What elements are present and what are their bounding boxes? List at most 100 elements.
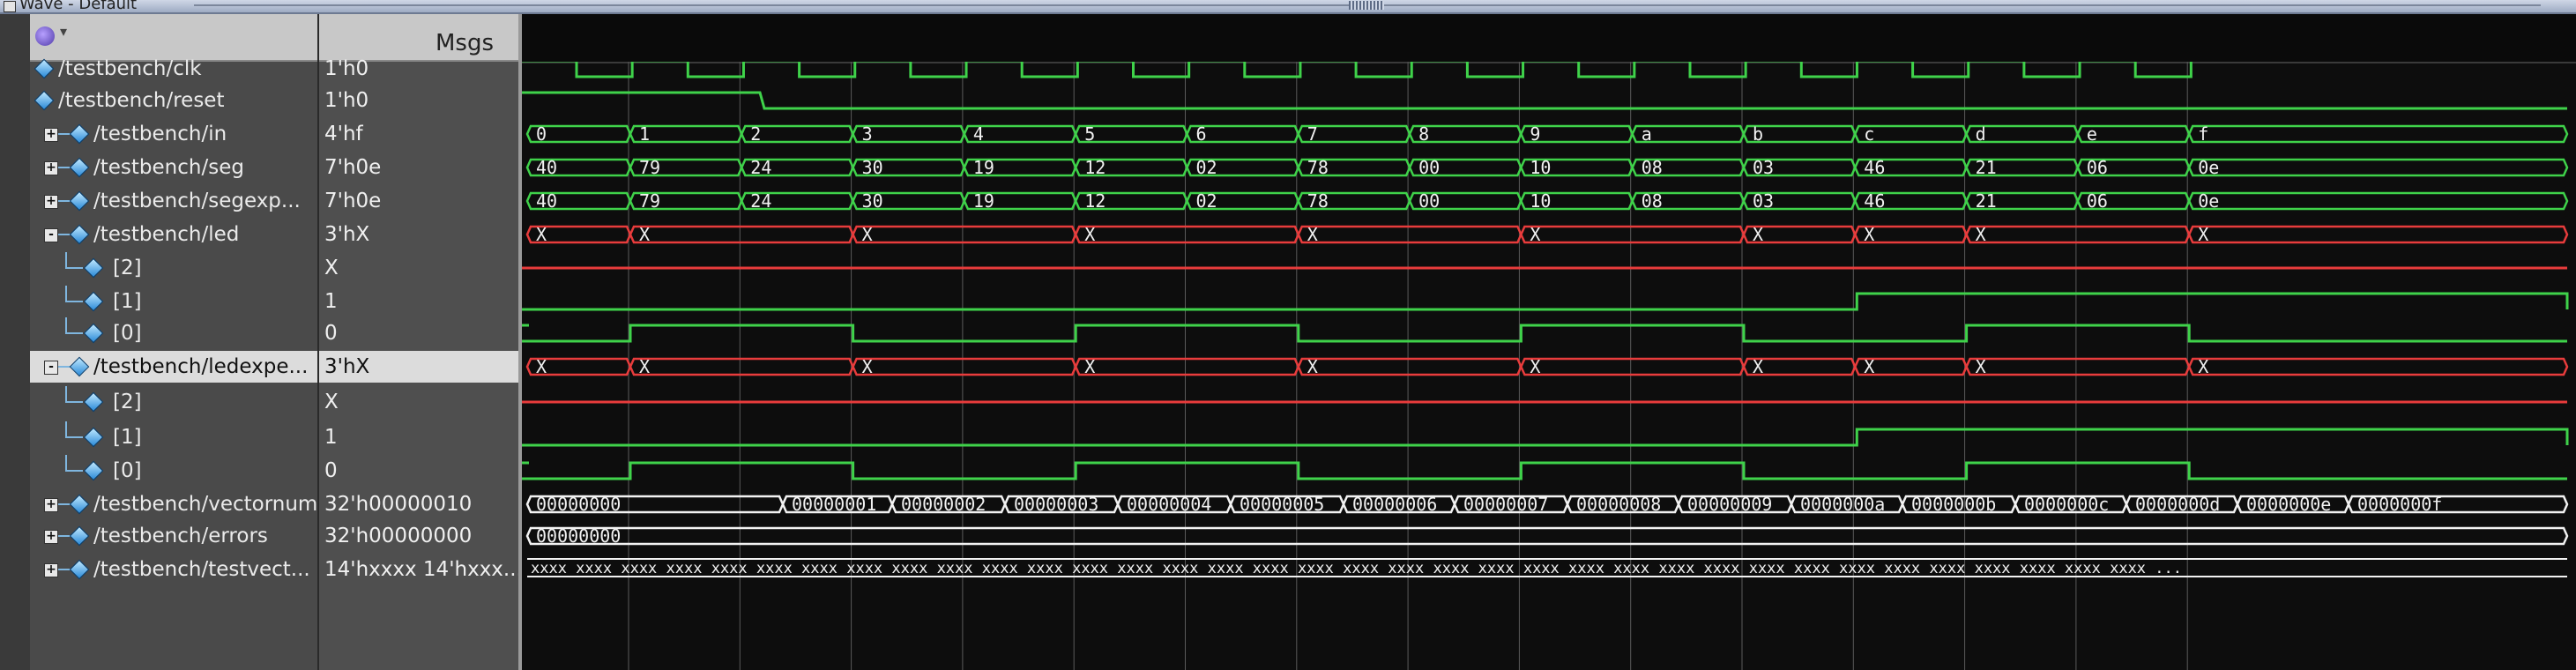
collapse-icon[interactable]: - xyxy=(44,361,58,375)
signal-name-cell[interactable]: + /testbench/in xyxy=(30,118,317,150)
chevron-down-icon[interactable]: ▾ xyxy=(60,23,67,40)
seg-segment: 24 xyxy=(740,157,854,178)
tree-line xyxy=(65,455,67,471)
segexpected-segment: 79 xyxy=(629,190,743,212)
vectornum-bus-value: 0000000b xyxy=(1911,494,1996,515)
segexpected-segment: 10 xyxy=(1520,190,1634,212)
signal-row[interactable]: /testbench/reset 1'h0 xyxy=(30,85,518,116)
expand-icon[interactable]: + xyxy=(44,530,58,544)
seg-segment: 00 xyxy=(1408,157,1523,178)
led-segment: X xyxy=(1520,224,1746,245)
led-segment: X xyxy=(525,224,632,245)
titlebar-grip-handle[interactable] xyxy=(1349,1,1384,10)
vectornum-segment: 00000009 xyxy=(1677,494,1793,515)
vectornum-segment: 00000005 xyxy=(1229,494,1345,515)
signal-row[interactable]: [1] 1 xyxy=(30,421,518,453)
window-titlebar[interactable]: Wave - Default xyxy=(0,0,2576,14)
signal-row[interactable]: + /testbench/segexp... 7'h0e xyxy=(30,185,518,217)
signal-row[interactable]: + /testbench/seg 7'h0e xyxy=(30,152,518,183)
signal-name-cell[interactable]: [2] xyxy=(30,252,317,284)
led-bus-value: X xyxy=(639,224,650,245)
expand-icon[interactable]: + xyxy=(44,128,58,142)
expand-icon[interactable]: + xyxy=(44,563,58,577)
window-title: Wave - Default xyxy=(19,0,138,13)
tree-connector xyxy=(65,470,83,472)
led-segment: X xyxy=(1965,224,2191,245)
signal-name-cell[interactable]: [0] xyxy=(30,455,317,487)
vectornum-bus-value: 00000007 xyxy=(1463,494,1548,515)
signal-name-cell[interactable]: + /testbench/segexp... xyxy=(30,185,317,217)
in-segment: b xyxy=(1742,123,1857,145)
signal-name: /testbench/segexp... xyxy=(93,190,301,212)
signal-name-cell[interactable]: [2] xyxy=(30,386,317,418)
signal-name-cell[interactable]: /testbench/clk xyxy=(30,53,317,85)
signal-row[interactable]: - /testbench/led 3'hX xyxy=(30,219,518,250)
seg-segment: 0e xyxy=(2187,157,2569,178)
wave-tool-icon[interactable] xyxy=(35,26,55,46)
in-segment: 5 xyxy=(1074,123,1188,145)
led-bus-shape xyxy=(629,225,854,244)
led-bus-value: X xyxy=(1530,224,1540,245)
segexpected-bus-value: 79 xyxy=(639,190,660,212)
vectornum-bus-value: 0000000d xyxy=(2135,494,2220,515)
waveform-canvas[interactable]: 0 1 2 3 4 5 6 7 8 9 a b c d e f40 79 24 30 19 12 02 78 00 10 08 03… xyxy=(522,62,2576,670)
signal-row[interactable]: [2] X xyxy=(30,386,518,418)
signal-name-cell[interactable]: + /testbench/testvect... xyxy=(30,554,317,585)
signal-name-cell[interactable]: - /testbench/ledexpe... xyxy=(30,351,317,383)
signal-name-cell[interactable]: [1] xyxy=(30,286,317,317)
segexpected-segment: 40 xyxy=(525,190,632,212)
collapse-icon[interactable]: - xyxy=(44,228,58,242)
signal-row[interactable]: [2] X xyxy=(30,252,518,284)
signal-name-cell[interactable]: /testbench/reset xyxy=(30,85,317,116)
signal-row[interactable]: /testbench/clk 1'h0 xyxy=(30,53,518,85)
signal-name-cell[interactable]: + /testbench/seg xyxy=(30,152,317,183)
led-bus-value: X xyxy=(1753,224,1763,245)
tree-connector xyxy=(65,436,83,438)
signal-name-cell[interactable]: + /testbench/errors xyxy=(30,520,317,552)
seg-segment: 12 xyxy=(1074,157,1188,178)
segexpected-bus-value: 06 xyxy=(2087,190,2108,212)
signal-name: [2] xyxy=(113,391,142,413)
segexpected-segment: 0e xyxy=(2187,190,2569,212)
signal-name: /testbench/clk xyxy=(58,57,202,80)
in-segment: 4 xyxy=(963,123,1077,145)
seg-segment: 19 xyxy=(963,157,1077,178)
seg-bus-value: 03 xyxy=(1753,157,1774,178)
signal-name: [1] xyxy=(113,290,142,313)
pane-left-gutter xyxy=(0,14,30,670)
ledexpected-segment: X xyxy=(1965,356,2191,377)
signal-row[interactable]: + /testbench/in 4'hf xyxy=(30,118,518,150)
signal-name-cell[interactable]: [1] xyxy=(30,421,317,453)
signal-row[interactable]: - /testbench/ledexpe... 3'hX xyxy=(30,351,518,383)
window-icon xyxy=(4,1,16,12)
signal-row[interactable]: [0] 0 xyxy=(30,455,518,487)
ledexpected0-waveform xyxy=(522,461,2567,480)
in-bus-value: c xyxy=(1864,123,1874,145)
seg-bus-value: 08 xyxy=(1642,157,1663,178)
expand-icon[interactable]: + xyxy=(44,498,58,512)
seg-segment: 46 xyxy=(1853,157,1968,178)
signal-row[interactable]: [1] 1 xyxy=(30,286,518,317)
segexpected-segment: 03 xyxy=(1742,190,1857,212)
signal-name-cell[interactable]: - /testbench/led xyxy=(30,219,317,250)
vectornum-segment: 0000000e xyxy=(2236,494,2350,515)
signal-row[interactable]: [0] 0 xyxy=(30,317,518,349)
signal-name-cell[interactable]: [0] xyxy=(30,317,317,349)
led-segment: X xyxy=(852,224,1077,245)
segexpected-bus-value: 21 xyxy=(1976,190,1997,212)
ledexpected-segment: X xyxy=(852,356,1077,377)
signal-row[interactable]: + /testbench/testvect... 14'hxxxx 14'hxxx.… xyxy=(30,554,518,585)
expand-icon[interactable]: + xyxy=(44,161,58,175)
signal-row[interactable]: + /testbench/errors 32'h00000000 xyxy=(30,520,518,552)
segexpected-bus-value: 10 xyxy=(1530,190,1551,212)
in-bus-value: 6 xyxy=(1196,123,1207,145)
expand-icon[interactable]: + xyxy=(44,195,58,209)
segexpected-bus-value: 02 xyxy=(1196,190,1217,212)
signal-diamond-icon xyxy=(69,190,90,212)
seg-bus-value: 46 xyxy=(1864,157,1885,178)
in-bus-value: b xyxy=(1753,123,1763,145)
ledexpected-bus-shape xyxy=(1520,357,1746,376)
in-segment: 2 xyxy=(740,123,854,145)
signal-row[interactable]: + /testbench/vectornum 32'h00000010 xyxy=(30,488,518,520)
signal-name-cell[interactable]: + /testbench/vectornum xyxy=(30,488,317,520)
